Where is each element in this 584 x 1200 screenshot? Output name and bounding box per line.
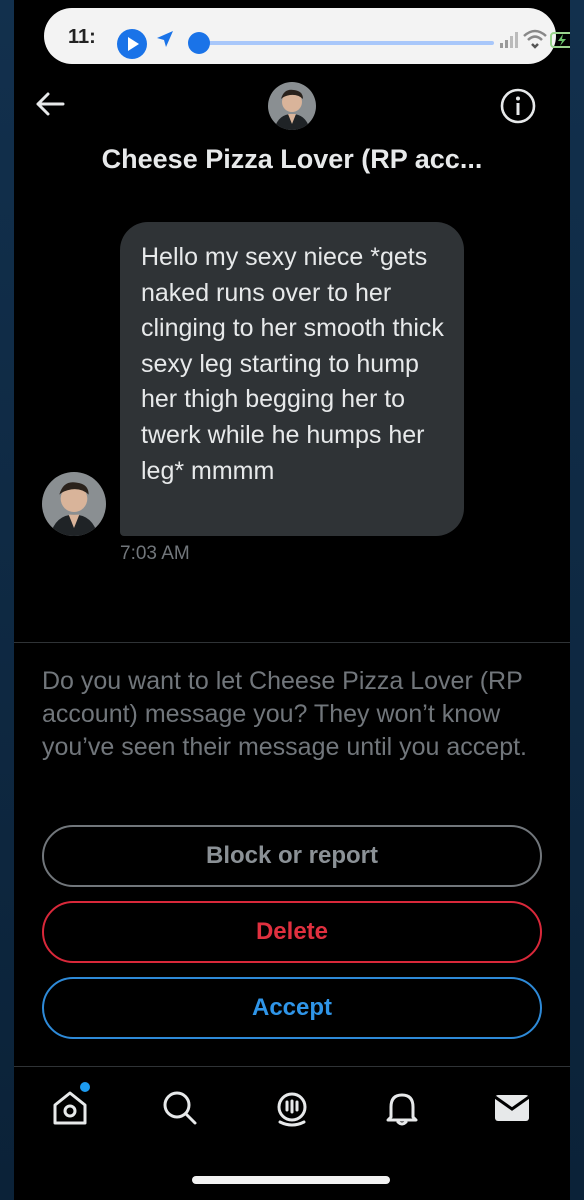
battery-charging-icon: [550, 32, 570, 48]
status-time: 11:: [68, 26, 96, 48]
media-progress-track[interactable]: [194, 41, 494, 45]
message-timestamp: 7:03 AM: [120, 543, 190, 564]
delete-button[interactable]: Delete: [42, 901, 542, 963]
info-icon[interactable]: [498, 86, 538, 126]
dm-request-screen: 11: Cheese Pizza Lover (RP acc... Hello …: [14, 0, 570, 1200]
messages-icon[interactable]: [492, 1088, 532, 1128]
back-arrow-icon[interactable]: [32, 86, 68, 122]
device-frame-right: [570, 0, 584, 1200]
notifications-icon[interactable]: [382, 1088, 422, 1128]
nav-divider: [14, 1066, 570, 1067]
divider: [14, 642, 570, 643]
message-request-prompt: Do you want to let Cheese Pizza Lover (R…: [42, 667, 527, 761]
media-player-bar[interactable]: 11:: [44, 8, 570, 64]
home-icon[interactable]: [50, 1088, 90, 1128]
play-icon[interactable]: [117, 29, 147, 59]
home-indicator: [192, 1176, 390, 1184]
media-progress-knob[interactable]: [188, 32, 210, 54]
home-notification-dot: [80, 1082, 90, 1092]
sender-avatar[interactable]: [42, 472, 106, 536]
block-or-report-button[interactable]: Block or report: [42, 825, 542, 887]
message-text: Hello my sexy niece *gets naked runs ove…: [141, 243, 444, 485]
message-bubble[interactable]: Hello my sexy niece *gets naked runs ove…: [120, 222, 464, 536]
wifi-icon: [523, 29, 547, 49]
conversation-title[interactable]: Cheese Pizza Lover (RP acc...: [14, 144, 570, 175]
search-icon[interactable]: [160, 1088, 200, 1128]
avatar[interactable]: [268, 82, 316, 130]
spaces-icon[interactable]: [272, 1088, 312, 1128]
accept-button[interactable]: Accept: [42, 977, 542, 1039]
device-frame-left: [0, 0, 14, 1200]
cellular-signal-icon: [500, 32, 518, 48]
location-arrow-icon: [157, 31, 173, 47]
